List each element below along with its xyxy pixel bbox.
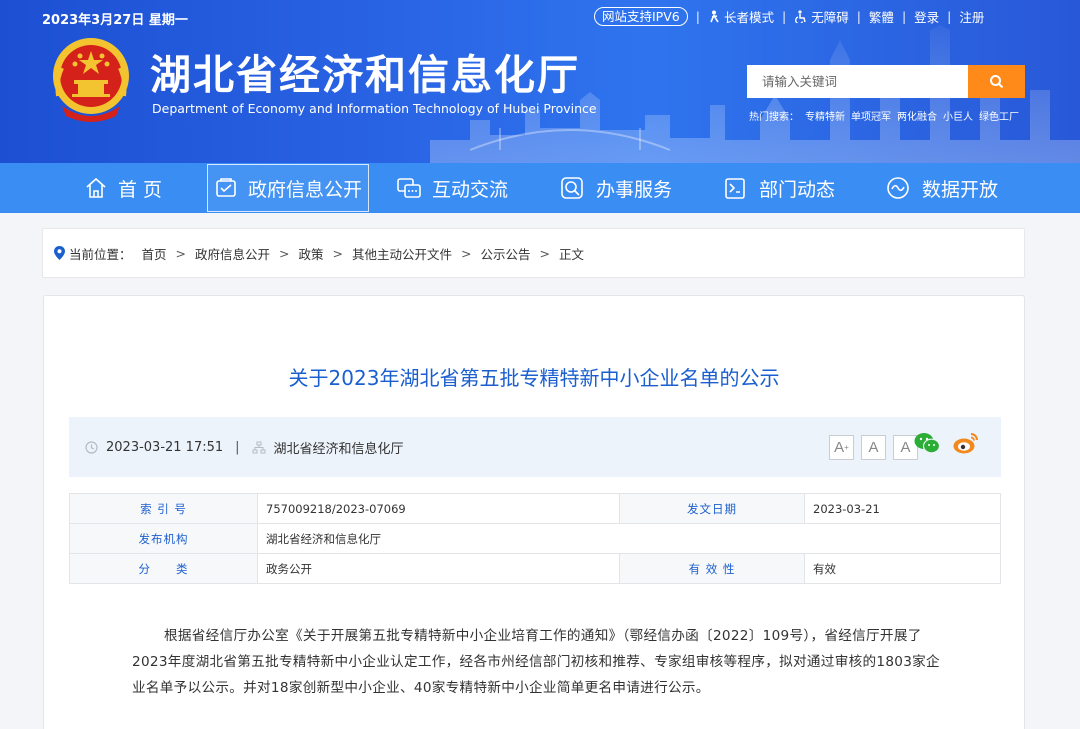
nav-item-services[interactable]: 办事服务 [560, 163, 672, 213]
search-input[interactable] [747, 65, 968, 98]
location-pin-icon [54, 246, 65, 260]
validity-value: 有效 [804, 553, 1001, 584]
breadcrumb-item-policy[interactable]: 政策 [299, 244, 324, 263]
article-meta-bar: 2023-03-21 17:51 | 湖北省经济和信息化厅 A + A A [69, 417, 1001, 477]
breadcrumb-separator: > [279, 245, 290, 261]
site-title: 湖北省经济和信息化厅 [150, 51, 580, 99]
breadcrumb-item-current: 正文 [559, 246, 585, 262]
article-datetime: 2023-03-21 17:51 [106, 439, 224, 455]
category-value: 政务公开 [257, 553, 620, 584]
hot-search-item[interactable]: 两化融合 [897, 112, 937, 123]
nav-item-gov-info[interactable]: 政府信息公开 [207, 164, 370, 212]
breadcrumb-separator: > [539, 245, 551, 261]
article-body-paragraph: 根据省经信厅办公室《关于开展第五批专精特新中小企业培育工作的通知》（鄂经信办函〔… [132, 628, 940, 696]
nav-item-dept-news[interactable]: 部门动态 [723, 163, 835, 213]
hot-search-item[interactable]: 单项冠军 [851, 112, 891, 123]
article-source: 湖北省经济和信息化厅 [273, 441, 404, 457]
breadcrumb-item-gov-info[interactable]: 政府信息公开 [195, 244, 270, 263]
clock-icon [85, 440, 98, 454]
wechat-share-icon[interactable] [913, 431, 941, 455]
hot-search-label: 热门搜索： [749, 112, 799, 123]
font-size-controls: A + A A [829, 435, 918, 460]
service-search-icon [561, 177, 583, 199]
weibo-share-icon[interactable] [952, 431, 980, 455]
hot-search-item[interactable]: 专精特新 [805, 112, 845, 123]
validity-label: 有 效 性 [619, 553, 805, 584]
breadcrumb-separator: > [332, 245, 344, 261]
main-nav: 首 页 政府信息公开 互动交流 办事服务 部门动态 数据开放 [0, 163, 1080, 213]
news-icon [725, 178, 745, 199]
date-label: 发文日期 [619, 493, 805, 524]
font-increase-button[interactable]: A + [829, 435, 854, 460]
chat-icon [397, 178, 421, 198]
breadcrumb-separator: > [461, 245, 472, 261]
accessibility-link[interactable]: 无障碍 [794, 7, 849, 26]
category-label: 分 类 [69, 553, 258, 584]
ipv6-badge: 网站支持IPV6 [594, 7, 688, 26]
document-check-icon [216, 178, 236, 197]
table-row: 发布机构 湖北省经济和信息化厅 [69, 523, 1001, 554]
document-info-table: 索 引 号 757009218/2023-07069 发文日期 2023-03-… [69, 493, 1001, 584]
breadcrumb-label: 当前位置： [69, 246, 132, 262]
traditional-chinese-link[interactable]: 繁體 [869, 7, 894, 26]
site-header: 2023年3月27日 星期一 网站支持IPV6 | 长者模式 | 无障碍 | 繁… [0, 0, 1080, 163]
data-wave-icon [887, 177, 909, 199]
breadcrumb-item-announcements[interactable]: 公示公告 [481, 244, 531, 263]
current-date: 2023年3月27日 星期一 [42, 13, 188, 28]
breadcrumb-item-other-files[interactable]: 其他主动公开文件 [352, 244, 452, 263]
breadcrumb: 当前位置： 首页 > 政府信息公开 > 政策 > 其他主动公开文件 > 公示公告… [42, 228, 1025, 278]
search-icon [990, 75, 1004, 89]
nav-item-home[interactable]: 首 页 [84, 163, 162, 213]
nav-item-open-data[interactable]: 数据开放 [886, 163, 998, 213]
national-emblem-logo[interactable] [50, 36, 132, 126]
register-link[interactable]: 注册 [959, 7, 984, 26]
search-button[interactable] [968, 65, 1025, 98]
breadcrumb-item-home[interactable]: 首页 [142, 244, 167, 263]
hot-search-item[interactable]: 小巨人 [943, 112, 973, 123]
article-title: 关于2023年湖北省第五批专精特新中小企业名单的公示 [288, 366, 780, 390]
table-row: 分 类 政务公开 有 效 性 有效 [69, 553, 1001, 584]
index-label: 索 引 号 [69, 493, 258, 524]
hot-search-item[interactable]: 绿色工厂 [979, 112, 1019, 123]
home-icon [86, 177, 106, 198]
search-box [747, 65, 1025, 98]
organization-icon [252, 441, 266, 453]
org-value: 湖北省经济和信息化厅 [257, 523, 1001, 554]
elder-person-icon [710, 10, 719, 23]
table-row: 索 引 号 757009218/2023-07069 发文日期 2023-03-… [69, 493, 1001, 524]
site-english-title: Department of Economy and Information Te… [152, 101, 597, 116]
article-panel: 关于2023年湖北省第五批专精特新中小企业名单的公示 2023-03-21 17… [43, 295, 1025, 729]
org-label: 发布机构 [69, 523, 258, 554]
index-value: 757009218/2023-07069 [257, 493, 620, 524]
breadcrumb-separator: > [175, 245, 187, 261]
nav-item-interaction[interactable]: 互动交流 [396, 163, 508, 213]
elder-mode-link[interactable]: 长者模式 [708, 7, 774, 26]
top-utility-bar: 网站支持IPV6 | 长者模式 | 无障碍 | 繁體 | 登录 | 注册 [594, 7, 984, 26]
hot-search: 热门搜索： 专精特新 单项冠军 两化融合 小巨人 绿色工厂 [749, 108, 1025, 123]
date-value: 2023-03-21 [804, 493, 1001, 524]
login-link[interactable]: 登录 [914, 7, 939, 26]
font-default-button[interactable]: A [861, 435, 886, 460]
accessibility-icon [795, 10, 806, 23]
